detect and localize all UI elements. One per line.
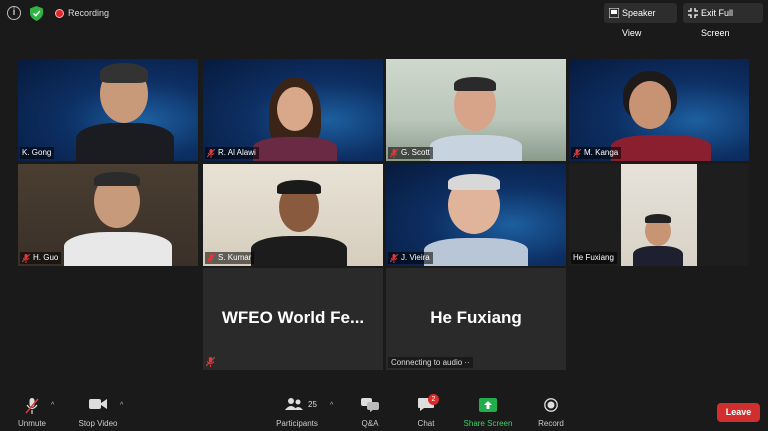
meeting-controls-toolbar: Unmute ^ Stop Video ^ 25 Participants ^ … bbox=[0, 391, 768, 431]
participants-icon bbox=[285, 398, 303, 410]
info-icon[interactable]: i bbox=[7, 6, 21, 20]
participant-hair bbox=[645, 214, 671, 223]
speaker-view-button[interactable]: Speaker View bbox=[604, 3, 677, 38]
participant-suit bbox=[633, 246, 683, 266]
participant-name: He Fuxiang bbox=[573, 253, 614, 262]
audio-options-caret-icon[interactable]: ^ bbox=[51, 402, 54, 409]
participant-name-tag: He Fuxiang bbox=[571, 252, 617, 264]
video-options-caret-icon[interactable]: ^ bbox=[120, 402, 123, 409]
video-tile-h-guo[interactable]: H. Guo bbox=[18, 164, 198, 266]
participant-name: S. Kumar bbox=[218, 253, 252, 262]
connecting-dots-icon: ·· bbox=[462, 358, 470, 367]
participant-name-tag: J. Vieira bbox=[388, 252, 433, 264]
chat-unread-badge: 2 bbox=[428, 394, 439, 405]
participant-name: M. Kanga bbox=[584, 148, 619, 157]
record-button[interactable]: Record bbox=[534, 391, 568, 431]
participants-button[interactable]: 25 Participants bbox=[272, 391, 322, 431]
participant-name-tag: K. Gong bbox=[20, 147, 55, 159]
video-tile-m-kanga[interactable]: M. Kanga bbox=[569, 59, 749, 161]
share-screen-button[interactable]: Share Screen bbox=[460, 391, 516, 431]
participant-name-tag: M. Kanga bbox=[571, 147, 622, 159]
participant-hair bbox=[277, 180, 321, 194]
participant-name: H. Guo bbox=[33, 253, 59, 262]
chat-label: Chat bbox=[417, 419, 435, 428]
mic-muted-icon bbox=[390, 148, 398, 158]
participants-label: Participants bbox=[276, 419, 318, 428]
participant-shirt bbox=[430, 135, 522, 161]
exit-fullscreen-icon bbox=[688, 8, 698, 18]
connecting-audio-status: Connecting to audio ·· bbox=[388, 357, 473, 368]
recording-dot-icon bbox=[55, 9, 64, 18]
portrait-video-frame bbox=[621, 164, 697, 266]
participants-count: 25 bbox=[308, 400, 317, 409]
video-tile-r-al-alawi[interactable]: R. Al Alawi bbox=[203, 59, 383, 161]
share-screen-label: Share Screen bbox=[463, 419, 513, 428]
record-icon bbox=[544, 398, 558, 412]
participant-shirt bbox=[424, 238, 528, 266]
video-tile-he-fuxiang[interactable]: He Fuxiang bbox=[569, 164, 749, 266]
qa-label: Q&A bbox=[361, 419, 379, 428]
speaker-view-label: Speaker View bbox=[622, 8, 656, 38]
participant-name-tag: G. Scott bbox=[388, 147, 433, 159]
microphone-muted-icon bbox=[25, 398, 39, 414]
chat-button[interactable]: 2 Chat bbox=[410, 391, 442, 431]
leave-meeting-button[interactable]: Leave bbox=[717, 403, 760, 422]
video-tile-j-vieira[interactable]: J. Vieira bbox=[386, 164, 566, 266]
shield-icon[interactable] bbox=[30, 6, 43, 21]
unmute-button[interactable]: Unmute bbox=[12, 391, 52, 431]
participant-hair bbox=[454, 77, 496, 91]
record-label: Record bbox=[538, 419, 564, 428]
participant-shirt bbox=[64, 232, 172, 266]
video-tile-k-gong[interactable]: K. Gong bbox=[18, 59, 198, 161]
participant-clothing bbox=[253, 137, 337, 161]
name-tile-he-fuxiang[interactable]: He Fuxiang Connecting to audio ·· bbox=[386, 268, 566, 370]
participants-options-caret-icon[interactable]: ^ bbox=[330, 402, 333, 409]
mic-muted-icon bbox=[207, 148, 215, 158]
participant-hair bbox=[100, 63, 148, 83]
mic-muted-icon bbox=[390, 253, 398, 263]
mic-muted-icon bbox=[22, 253, 30, 263]
mic-muted-icon bbox=[206, 357, 215, 367]
grid-view-icon bbox=[609, 8, 619, 18]
participant-name: J. Vieira bbox=[401, 253, 430, 262]
stop-video-button[interactable]: Stop Video bbox=[74, 391, 122, 431]
exit-full-screen-button[interactable]: Exit Full Screen bbox=[683, 3, 763, 38]
participant-name-tag: R. Al Alawi bbox=[205, 147, 259, 159]
participant-name: R. Al Alawi bbox=[218, 148, 256, 157]
unmute-label: Unmute bbox=[17, 419, 46, 428]
exit-full-screen-label: Exit Full Screen bbox=[701, 8, 734, 38]
video-tile-g-scott[interactable]: G. Scott bbox=[386, 59, 566, 161]
participant-head bbox=[629, 81, 671, 129]
participant-name-tag: H. Guo bbox=[20, 252, 62, 264]
recording-label[interactable]: Recording bbox=[68, 8, 109, 18]
participant-name: K. Gong bbox=[22, 148, 52, 157]
stop-video-label: Stop Video bbox=[78, 419, 118, 428]
share-screen-icon bbox=[479, 398, 497, 412]
participant-display-name: WFEO World Fe... bbox=[221, 308, 365, 327]
participant-name-tag: S. Kumar bbox=[205, 252, 255, 264]
mic-muted-icon bbox=[207, 253, 215, 263]
participant-jacket bbox=[251, 236, 347, 266]
name-tile-wfeo[interactable]: WFEO World Fe... bbox=[203, 268, 383, 370]
participant-hair bbox=[94, 172, 140, 186]
mic-muted-icon bbox=[573, 148, 581, 158]
participant-hair bbox=[448, 174, 500, 190]
qa-button[interactable]: Q&A bbox=[354, 391, 386, 431]
meeting-top-bar: i Recording Speaker View Exit Full Scree… bbox=[0, 0, 768, 38]
connecting-audio-label: Connecting to audio bbox=[391, 358, 463, 367]
video-tile-s-kumar[interactable]: S. Kumar bbox=[203, 164, 383, 266]
participant-face bbox=[277, 87, 313, 131]
qa-icon bbox=[361, 398, 379, 412]
participant-clothing bbox=[611, 135, 711, 161]
participant-display-name: He Fuxiang bbox=[430, 308, 522, 327]
video-camera-icon bbox=[89, 399, 107, 409]
participant-suit bbox=[76, 123, 174, 161]
participant-name: G. Scott bbox=[401, 148, 430, 157]
